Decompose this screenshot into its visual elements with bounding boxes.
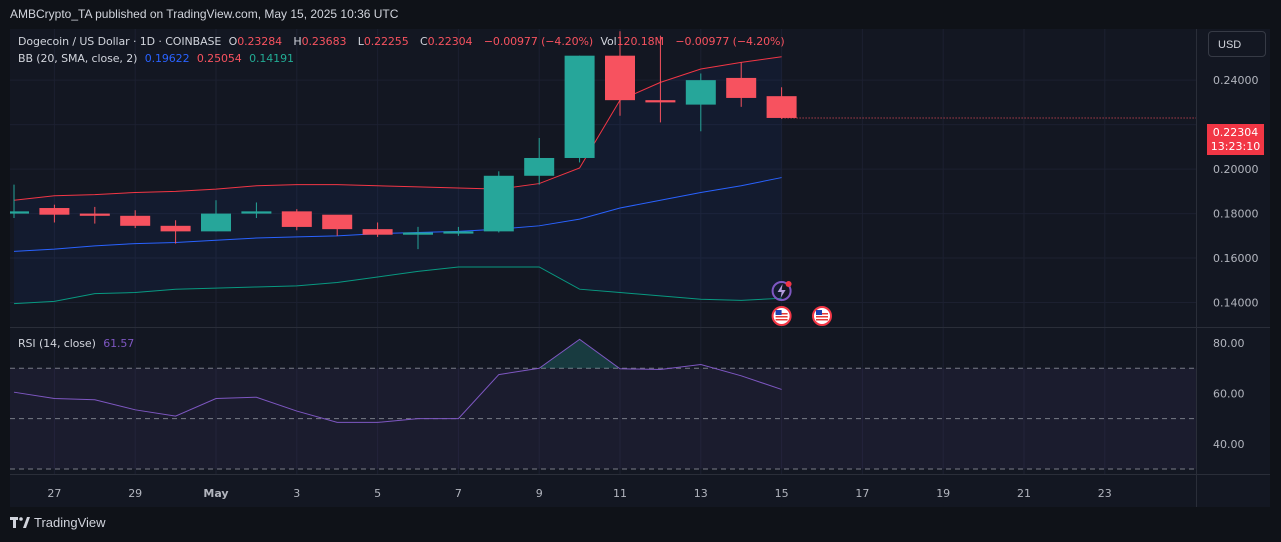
time-axis-label: 19 xyxy=(936,487,950,500)
time-axis-label: 21 xyxy=(1017,487,1031,500)
time-axis-label: 11 xyxy=(613,487,627,500)
rsi-label: RSI (14, close) xyxy=(18,337,96,350)
time-axis-label: 29 xyxy=(128,487,142,500)
rsi-value: 61.57 xyxy=(103,337,135,350)
candle-body xyxy=(645,100,676,103)
time-axis-label: 27 xyxy=(47,487,61,500)
last-price-tag: 0.22304 13:23:10 xyxy=(1207,124,1264,155)
rsi-axis-label: 60.00 xyxy=(1213,387,1245,400)
candle-body xyxy=(483,175,514,232)
candle-body xyxy=(564,55,595,158)
bb-upper-value: 0.25054 xyxy=(196,52,242,65)
candle-body xyxy=(685,80,716,105)
time-axis-label: 17 xyxy=(855,487,869,500)
price-axis-label: 0.18000 xyxy=(1213,208,1259,221)
candle-body xyxy=(524,157,555,176)
time-axis-label: 13 xyxy=(694,487,708,500)
rsi-legend[interactable]: RSI (14, close) 61.57 xyxy=(18,337,138,350)
rsi-axis-label: 40.00 xyxy=(1213,438,1245,451)
bb-label: BB (20, SMA, close, 2) xyxy=(18,52,138,65)
time-axis-label: 15 xyxy=(775,487,789,500)
bar-countdown: 13:23:10 xyxy=(1210,140,1261,153)
ohlc-high: H0.23683 xyxy=(293,35,347,48)
volume-change: −0.00977 (−4.20%) xyxy=(675,35,785,48)
candle-body xyxy=(766,96,797,118)
price-change: −0.00977 (−4.20%) xyxy=(483,35,594,48)
candle-body xyxy=(120,215,151,226)
bb-basis-value: 0.19622 xyxy=(144,52,190,65)
price-axis-label: 0.24000 xyxy=(1213,74,1259,87)
rsi-axis-label: 80.00 xyxy=(1213,337,1245,350)
ohlc-open: O0.23284 xyxy=(228,35,282,48)
tradingview-logo-icon xyxy=(10,516,30,528)
bb-legend[interactable]: BB (20, SMA, close, 2) 0.19622 0.25054 0… xyxy=(18,52,298,65)
time-axis-label: 7 xyxy=(455,487,462,500)
symbol-title: Dogecoin / US Dollar · 1D · COINBASE xyxy=(18,35,222,48)
candle-body xyxy=(726,77,757,98)
candle-body xyxy=(201,213,231,232)
time-axis-label: May xyxy=(203,487,228,500)
candle-body xyxy=(362,229,393,235)
candle-body xyxy=(160,225,191,232)
last-price-value: 0.22304 xyxy=(1212,126,1259,139)
candle-body xyxy=(443,231,474,234)
us-flag-event-icon xyxy=(771,306,792,326)
price-axis-label: 0.14000 xyxy=(1213,297,1259,310)
us-flag-event-icon xyxy=(812,306,832,326)
price-axis-label: 0.20000 xyxy=(1213,163,1259,176)
tradingview-logo[interactable]: TradingView xyxy=(10,515,106,530)
candle-body xyxy=(241,211,272,214)
candle-body xyxy=(281,211,312,227)
price-axis-label: 0.16000 xyxy=(1213,252,1259,265)
symbol-legend[interactable]: Dogecoin / US Dollar · 1D · COINBASE O0.… xyxy=(18,35,789,48)
price-chart[interactable]: 0.14000 0.16000 0.18000 0.20000 0.24000 40.00… xyxy=(10,29,1270,507)
bb-lower-value: 0.14191 xyxy=(249,52,294,65)
time-axis-label: 9 xyxy=(536,487,543,500)
candle-body xyxy=(10,211,29,214)
bb-band-fill xyxy=(14,56,782,304)
candle-body xyxy=(79,213,110,216)
time-axis-label: 5 xyxy=(374,487,381,500)
rsi-overbought-fill xyxy=(539,339,620,369)
currency-button[interactable]: USD xyxy=(1208,31,1266,57)
candle-body xyxy=(39,208,70,215)
candle-body xyxy=(403,232,433,235)
ohlc-close: C0.22304 xyxy=(420,35,473,48)
time-axis-label: 3 xyxy=(293,487,300,500)
time-axis-label: 23 xyxy=(1098,487,1112,500)
ohlc-low: L0.22255 xyxy=(357,35,409,48)
candle-body xyxy=(322,214,353,230)
candle-body xyxy=(605,55,635,101)
publisher-credit: AMBCrypto_TA published on TradingView.co… xyxy=(10,7,399,21)
tradingview-brand: TradingView xyxy=(34,515,106,530)
volume: Vol120.18M xyxy=(600,35,664,48)
